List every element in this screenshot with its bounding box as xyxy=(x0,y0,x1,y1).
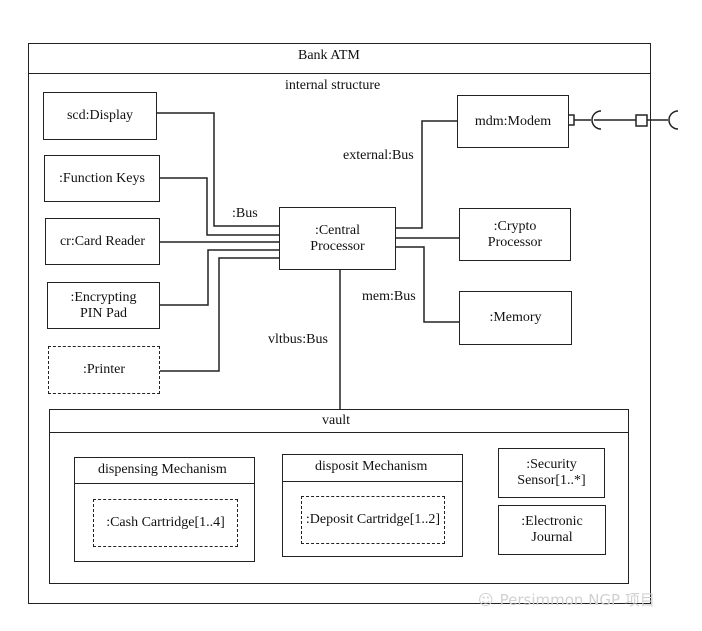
part-electronic-journal[interactable]: :Electronic Journal xyxy=(498,505,606,555)
connector-label-vlt-bus: vltbus:Bus xyxy=(268,332,328,347)
part-printer[interactable]: :Printer xyxy=(48,346,160,394)
part-function-keys-label: :Function Keys xyxy=(59,170,145,186)
wire-memory xyxy=(396,246,459,323)
part-electronic-journal-label-2: Journal xyxy=(531,530,573,545)
watermark: ☺ Persimmon NGP 项目 xyxy=(478,589,655,610)
part-security-sensor-label-2: Sensor[1..*] xyxy=(517,473,586,488)
part-central-processor-label-1: :Central xyxy=(314,222,361,238)
required-interface-socket-outer xyxy=(668,110,679,130)
part-display[interactable]: scd:Display xyxy=(43,92,157,140)
deposit-mechanism-title: disposit Mechanism xyxy=(315,459,428,474)
wire-external-bus xyxy=(396,120,459,229)
watermark-text: Persimmon NGP 项目 xyxy=(499,591,655,609)
part-modem-label: mdm:Modem xyxy=(474,113,552,129)
connector-label-bus: :Bus xyxy=(232,206,258,221)
part-deposit-cartridge-label: :Deposit Cartridge[1..2] xyxy=(305,512,441,527)
vault-title-divider xyxy=(49,432,629,433)
wire-printer xyxy=(160,257,279,372)
atm-boundary-port xyxy=(635,114,648,127)
part-pin-pad[interactable]: :Encrypting PIN Pad xyxy=(47,282,160,329)
part-cash-cartridge-label: :Cash Cartridge[1..4] xyxy=(106,515,225,530)
part-modem[interactable]: mdm:Modem xyxy=(457,95,569,148)
vault-title: vault xyxy=(322,413,350,428)
wire-display xyxy=(157,112,279,227)
part-pin-pad-label-2: PIN Pad xyxy=(79,305,128,321)
part-security-sensor[interactable]: :Security Sensor[1..*] xyxy=(498,448,605,498)
part-card-reader-label: cr:Card Reader xyxy=(59,233,146,249)
part-crypto-processor-label-2: Processor xyxy=(487,234,543,250)
dispensing-mechanism-title: dispensing Mechanism xyxy=(98,462,227,477)
part-cash-cartridge[interactable]: :Cash Cartridge[1..4] xyxy=(93,499,238,547)
connector-label-external-bus: external:Bus xyxy=(343,148,414,163)
part-function-keys[interactable]: :Function Keys xyxy=(44,155,160,202)
connector-label-mem-bus: mem:Bus xyxy=(362,289,416,304)
part-memory-label: :Memory xyxy=(489,310,542,325)
part-crypto-processor-label-1: :Crypto xyxy=(493,218,537,234)
part-pin-pad-label-1: :Encrypting xyxy=(70,289,137,305)
part-crypto-processor[interactable]: :Crypto Processor xyxy=(459,208,571,261)
part-security-sensor-label-1: :Security xyxy=(526,457,577,472)
part-printer-label: :Printer xyxy=(83,362,125,377)
part-display-label: scd:Display xyxy=(66,108,134,123)
part-memory[interactable]: :Memory xyxy=(459,291,572,345)
wechat-icon: ☺ xyxy=(478,591,494,609)
part-deposit-cartridge[interactable]: :Deposit Cartridge[1..2] xyxy=(301,496,445,544)
dispensing-mechanism-divider xyxy=(74,483,255,484)
part-card-reader[interactable]: cr:Card Reader xyxy=(45,218,160,265)
deposit-mechanism-divider xyxy=(282,481,463,482)
part-central-processor-label-2: Processor xyxy=(310,238,365,254)
part-electronic-journal-label-1: :Electronic xyxy=(521,514,583,529)
part-central-processor[interactable]: :Central Processor xyxy=(279,207,396,270)
